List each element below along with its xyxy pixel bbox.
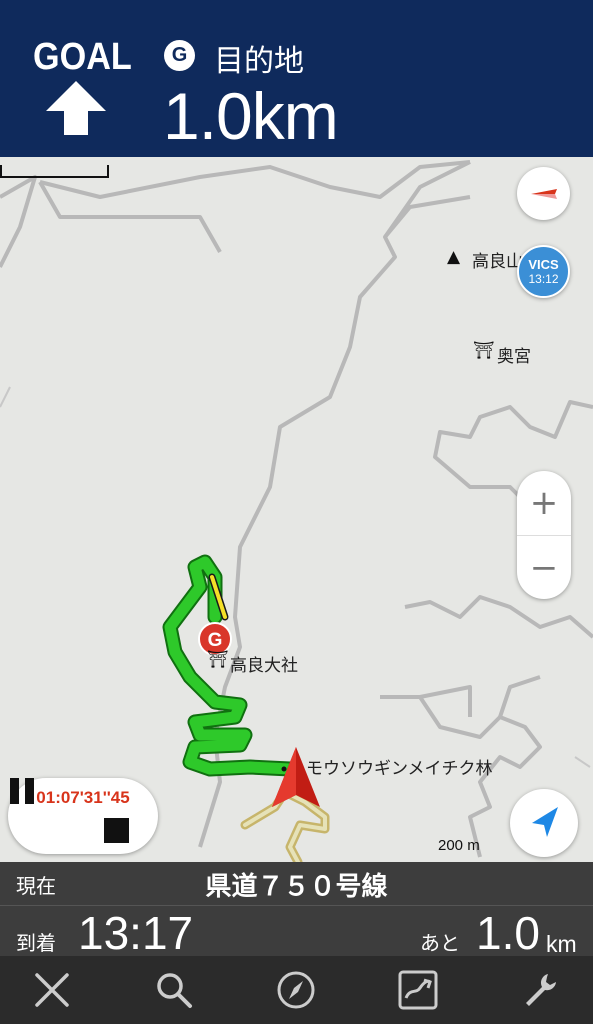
goal-label: GOAL [33, 36, 132, 78]
navigation-app: GOAL G 目的地 1.0km G ▲ 高良山 ⛩ 奥宮 ⛩ 高良大社 モウソ… [0, 0, 593, 1024]
guidance-header: GOAL G 目的地 1.0km [0, 0, 593, 157]
current-road-bar: 現在 県道７５０号線 [0, 862, 593, 905]
wrench-icon[interactable] [518, 968, 562, 1012]
compass-icon [531, 189, 557, 199]
vics-button[interactable]: VICS 13:12 [517, 245, 570, 298]
map-view[interactable]: G ▲ 高良山 ⛩ 奥宮 ⛩ 高良大社 モウソウギンメイチク林 VICS 13:… [0, 157, 593, 862]
locate-button[interactable] [510, 789, 578, 857]
arrival-time: 13:17 [78, 907, 194, 959]
vics-title: VICS [528, 256, 559, 272]
shrine-icon: ⛩ [207, 650, 229, 670]
arrival-label: 到着 [16, 931, 56, 955]
remaining-label: あと [420, 931, 460, 955]
scale-bar [0, 165, 109, 178]
destination-name: 目的地 [214, 44, 304, 79]
goal-marker-letter: G [208, 630, 223, 651]
remaining-unit: km [546, 931, 577, 957]
drive-timer: 01:07'31''45 [8, 778, 158, 854]
route-icon[interactable] [396, 968, 440, 1012]
road-name: 県道７５０号線 [205, 872, 388, 902]
bottom-toolbar [0, 956, 593, 1024]
scale-label: 200 m [438, 837, 480, 854]
compass-button[interactable] [517, 167, 570, 220]
zoom-out-button[interactable]: − [517, 535, 571, 599]
search-icon[interactable] [152, 968, 196, 1012]
zoom-control: + − [517, 471, 571, 599]
arrival-bar: 到着 13:17 あと 1.0 km [0, 905, 593, 959]
goal-badge: G [164, 40, 195, 71]
zoom-in-button[interactable]: + [517, 471, 571, 535]
location-arrow-icon [532, 807, 558, 837]
shrine-icon: ⛩ [473, 341, 495, 361]
goal-arrow-icon [46, 81, 106, 135]
stop-icon[interactable] [104, 818, 129, 843]
shrine-label: 高良大社 [230, 656, 298, 676]
vics-time: 13:12 [528, 271, 559, 286]
close-icon[interactable] [30, 968, 74, 1012]
mountain-icon: ▲ [447, 247, 461, 267]
mountain-label: 高良山 [472, 252, 523, 272]
compass-nav-icon[interactable] [274, 968, 318, 1012]
okumiya-label: 奥宮 [497, 347, 531, 367]
pause-icon[interactable] [8, 778, 36, 804]
remaining-value: 1.0 [476, 907, 540, 959]
forest-label: モウソウギンメイチク林 [306, 759, 493, 779]
distance-to-goal: 1.0km [163, 79, 339, 153]
